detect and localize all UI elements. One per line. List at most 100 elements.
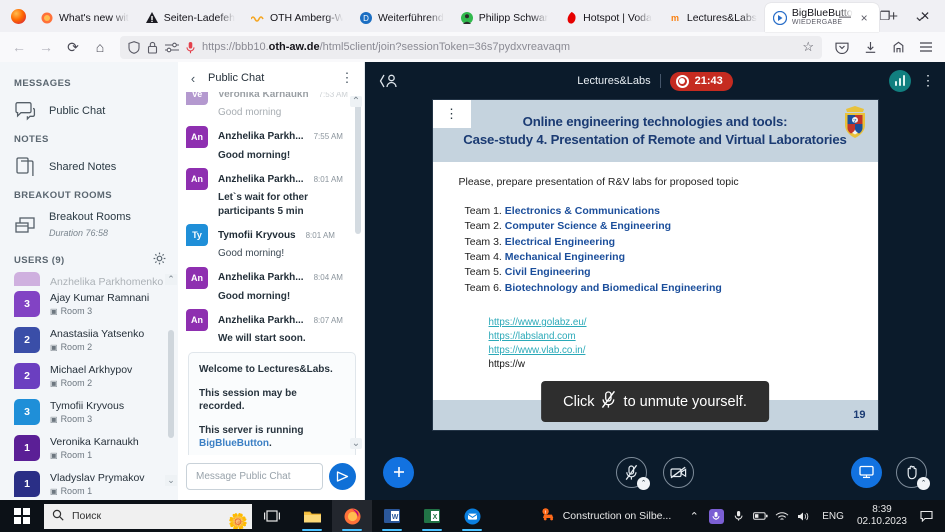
list-item[interactable]: Anzhelika Parkhomenko <box>8 272 178 286</box>
gear-icon[interactable] <box>153 252 166 268</box>
chat-messages-list[interactable]: Ve Veronika Karnaukh 7:53 AM Good mornin… <box>178 92 364 455</box>
list-item[interactable]: 1 Veronika Karnaukh ▣Room 1 <box>8 430 178 466</box>
battery-icon[interactable] <box>749 500 771 532</box>
avatar: 1 <box>14 435 40 461</box>
microphone-icon[interactable] <box>705 500 727 532</box>
firefox-icon[interactable] <box>332 500 372 532</box>
forward-icon[interactable]: → <box>33 35 59 59</box>
message-time: 8:04 AM <box>314 273 343 282</box>
file-explorer-icon[interactable] <box>292 500 332 532</box>
kebab-menu-icon[interactable]: ⋮ <box>340 70 354 86</box>
scroll-up-icon[interactable]: ⌃ <box>165 274 177 285</box>
volume-icon[interactable] <box>793 500 815 532</box>
home-icon[interactable]: ⌂ <box>87 35 113 59</box>
message-text: Good morning <box>218 106 360 120</box>
message-input[interactable]: Message Public Chat <box>186 463 323 490</box>
list-item[interactable]: 3 Ajay Kumar Ramnani ▣Room 3 <box>8 286 178 322</box>
list-item[interactable]: 2 Michael Arkhypov ▣Room 2 <box>8 358 178 394</box>
slide-title-line-2: Case-study 4. Presentation of Remote and… <box>445 131 866 149</box>
scroll-down-icon[interactable]: ⌄ <box>165 475 177 486</box>
message-time: 7:55 AM <box>314 132 343 141</box>
list-item[interactable]: 2 Anastasiia Yatsenko ▣Room 2 <box>8 322 178 358</box>
chevron-left-icon[interactable]: ‹ <box>184 71 202 86</box>
browser-tab[interactable]: Philipp Schwar <box>452 3 556 32</box>
reload-icon[interactable]: ⟳ <box>60 35 86 59</box>
browser-tab[interactable]: Hotspot | Voda <box>556 3 660 32</box>
recording-indicator[interactable]: 21:43 <box>670 72 733 91</box>
sidebar-item-shared-notes[interactable]: Shared Notes <box>0 150 178 184</box>
clock[interactable]: 8:39 02.10.2023 <box>851 504 913 529</box>
raise-hand-button[interactable]: ⌃ <box>896 457 927 488</box>
downloads-icon[interactable] <box>857 35 883 59</box>
chat-scroll-up-icon[interactable]: ⌃ <box>350 96 362 107</box>
camera-button[interactable] <box>663 457 694 488</box>
chevron-up-icon[interactable]: ⌃ <box>917 477 930 490</box>
back-icon[interactable]: ← <box>6 35 32 59</box>
microphone-icon[interactable] <box>186 41 195 54</box>
close-window-button[interactable]: ✕ <box>905 0 945 32</box>
connection-status-icon[interactable] <box>889 70 911 92</box>
chat-message: An Anzhelika Parkh... 8:04 AM Good morni… <box>186 267 360 304</box>
screen-share-button[interactable] <box>851 457 882 488</box>
meeting-info: Lectures&Labs 21:43 <box>365 72 945 91</box>
windows-start-icon[interactable] <box>0 500 44 532</box>
mute-unmute-button[interactable]: ⌃ <box>616 457 647 488</box>
sidebar-item-breakout-rooms[interactable]: Breakout Rooms Duration 76:58 <box>0 206 178 246</box>
tray-expand-icon[interactable]: ⌃ <box>683 500 705 532</box>
collapse-user-list-icon[interactable] <box>379 73 399 89</box>
slide-link[interactable]: https://www.golabz.eu/ <box>489 316 878 330</box>
oth-icon <box>251 11 265 25</box>
send-message-button[interactable] <box>329 463 356 490</box>
browser-tab[interactable]: Seiten-Ladefeh <box>137 3 243 32</box>
notification-icon[interactable] <box>913 500 939 532</box>
list-item[interactable]: 1 Vladyslav Prymakov ▣Room 1 <box>8 466 178 500</box>
presentation-slide[interactable]: ⋮ Online engineering technologies and to… <box>433 100 878 430</box>
chevron-up-icon[interactable]: ⌃ <box>637 477 650 490</box>
menu-icon[interactable] <box>913 35 939 59</box>
tray-app-item[interactable]: ! Construction on Silbe... <box>541 508 684 525</box>
user-name: Anzhelika Parkhomenko <box>50 276 163 286</box>
list-item[interactable]: 3 Tymofii Kryvous ▣Room 3 <box>8 394 178 430</box>
avatar: Ve <box>186 92 208 105</box>
users-scrollbar[interactable] <box>167 288 175 486</box>
browser-tab[interactable]: D Weiterführend <box>351 3 452 32</box>
microphone-mute-icon[interactable] <box>727 500 749 532</box>
bookmark-icon[interactable]: ☆ <box>802 39 814 55</box>
browser-tab[interactable]: OTH Amberg-W <box>243 3 351 32</box>
clock-time: 8:39 <box>857 504 907 517</box>
users-list[interactable]: Anzhelika Parkhomenko 3 Ajay Kumar Ramna… <box>0 272 178 500</box>
presentation-options-icon[interactable]: ⋮ <box>433 100 471 128</box>
language-indicator[interactable]: ENG <box>815 511 851 522</box>
mail-icon[interactable] <box>452 500 492 532</box>
sidebar-item-public-chat[interactable]: Public Chat <box>0 94 178 128</box>
address-bar[interactable]: https://bbb10.oth-aw.de/html5client/join… <box>120 36 822 59</box>
bigbluebutton-link[interactable]: BigBlueButton <box>199 438 269 449</box>
slide-link[interactable]: https://labsland.com <box>489 330 878 344</box>
excel-icon[interactable]: X <box>412 500 452 532</box>
stage-header: Lectures&Labs 21:43 ⋮ <box>365 62 945 100</box>
chat-scroll-down-icon[interactable]: ⌄ <box>350 438 362 449</box>
kebab-menu-icon[interactable]: ⋮ <box>921 76 931 86</box>
word-icon[interactable]: W <box>372 500 412 532</box>
account-icon[interactable] <box>885 35 911 59</box>
system-tray: ! Construction on Silbe... ⌃ <box>541 500 945 532</box>
tab-label: OTH Amberg-W <box>270 12 343 24</box>
search-input[interactable]: Поиск 🌼 <box>44 504 252 529</box>
chat-input-row: Message Public Chat <box>178 455 364 500</box>
slide-link[interactable]: https://www.vlab.co.in/ <box>489 344 878 358</box>
firefox-window: What's new wit Seiten-Ladefeh OTH Amberg… <box>0 0 945 532</box>
browser-tab[interactable]: m Lectures&Labs <box>660 3 765 32</box>
chat-scrollbar[interactable] <box>355 96 361 234</box>
maximize-button[interactable]: ❐ <box>865 0 905 32</box>
permissions-icon[interactable] <box>165 42 179 53</box>
pocket-icon[interactable] <box>829 35 855 59</box>
message-time: 8:01 AM <box>314 175 343 184</box>
shield-icon[interactable] <box>128 41 140 54</box>
minimize-button[interactable]: — <box>825 0 865 32</box>
recording-time: 21:43 <box>695 75 723 87</box>
section-title-messages: MESSAGES <box>0 72 178 94</box>
wifi-icon[interactable] <box>771 500 793 532</box>
browser-tab[interactable]: What's new wit <box>32 3 137 32</box>
lock-icon[interactable] <box>147 41 158 54</box>
task-view-icon[interactable] <box>252 500 292 532</box>
